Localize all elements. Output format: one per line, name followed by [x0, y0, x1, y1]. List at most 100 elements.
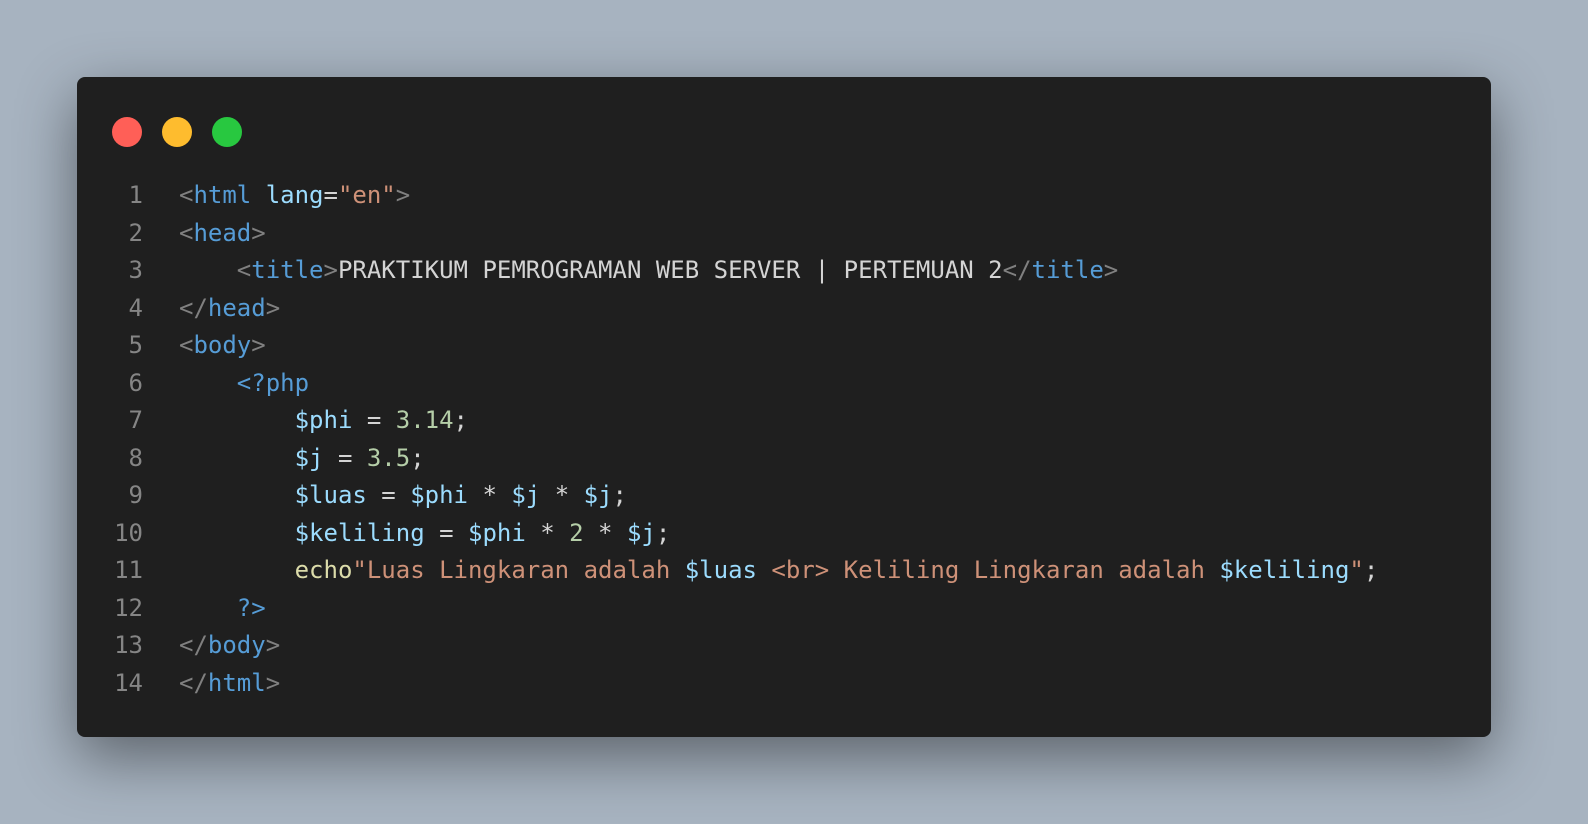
code-token: < [236, 256, 252, 284]
code-line: 11 echo"Luas Lingkaran adalah $luas <br>… [77, 552, 1491, 590]
code-content: </body> [143, 627, 280, 665]
line-number: 9 [128, 481, 143, 509]
code-token: </ [179, 631, 208, 659]
code-token: "en" [337, 181, 396, 209]
code-token: </ [179, 293, 208, 322]
code-token: > [265, 668, 281, 697]
code-token: $j [583, 481, 613, 509]
line-number: 8 [128, 443, 143, 472]
line-number: 6 [128, 368, 143, 397]
code-token: ; [410, 443, 425, 472]
code-token: echo [294, 556, 353, 584]
code-token: 3.5 [366, 443, 411, 472]
code-token: * [468, 481, 512, 509]
code-token: head [207, 293, 266, 322]
code-content: $luas = $phi * $j * $j; [143, 477, 627, 515]
code-token: $j [511, 481, 541, 509]
code-content: $keliling = $phi * 2 * $j; [143, 515, 671, 553]
code-token: * [525, 518, 570, 547]
maximize-dot-icon[interactable] [212, 117, 242, 147]
code-token: > [265, 293, 281, 322]
line-number: 5 [128, 331, 143, 359]
line-number: 12 [114, 593, 143, 622]
code-token: $keliling [1219, 556, 1350, 584]
window-controls [112, 117, 242, 147]
code-line: 4 </head> [77, 290, 1491, 328]
code-token: > [251, 218, 266, 247]
code-line: 8 $j = 3.5; [77, 440, 1491, 478]
code-token: $j [294, 443, 324, 472]
code-content: <title>PRAKTIKUM PEMROGRAMAN WEB SERVER … [143, 252, 1118, 290]
code-token: > [323, 256, 338, 284]
code-token: head [193, 218, 252, 247]
line-number: 14 [114, 668, 143, 697]
code-token: * [540, 481, 584, 509]
code-content: ?> [143, 590, 266, 628]
code-content: echo"Luas Lingkaran adalah $luas <br> Ke… [143, 552, 1379, 590]
code-token: ; [655, 518, 671, 547]
code-token: PRAKTIKUM PEMROGRAMAN WEB SERVER | PERTE… [337, 256, 1003, 284]
code-line: 3 <title>PRAKTIKUM PEMROGRAMAN WEB SERVE… [77, 252, 1491, 290]
code-token: </ [179, 668, 208, 697]
code-token: < [179, 181, 194, 209]
code-token: <?php [236, 368, 310, 397]
line-number: 4 [128, 293, 143, 322]
code-token: html [193, 181, 252, 209]
line-number: 1 [128, 181, 143, 209]
code-token: = [352, 406, 396, 434]
code-line: 1 <html lang="en"> [77, 177, 1491, 215]
code-line: 7 $phi = 3.14; [77, 402, 1491, 440]
code-token: </ [1002, 256, 1032, 284]
code-content: </head> [143, 290, 280, 328]
code-token: html [207, 668, 266, 697]
close-dot-icon[interactable] [112, 117, 142, 147]
line-number: 7 [128, 406, 143, 434]
code-token: = [366, 481, 411, 509]
code-token: > [395, 181, 411, 209]
code-token: > [251, 331, 266, 359]
code-line: 2 <head> [77, 215, 1491, 253]
code-token: $j [626, 518, 656, 547]
minimize-dot-icon[interactable] [162, 117, 192, 147]
code-token: ?> [236, 593, 266, 622]
code-line: 13 </body> [77, 627, 1491, 665]
code-token: ; [1363, 556, 1379, 584]
code-line: 5 <body> [77, 327, 1491, 365]
line-number: 10 [114, 518, 143, 547]
code-token: body [207, 631, 266, 659]
code-token: 2 [569, 518, 584, 547]
code-token: $keliling [294, 518, 425, 547]
code-token: " [1349, 556, 1364, 584]
code-token: title [1031, 256, 1104, 284]
code-token: body [193, 331, 252, 359]
code-token: = [323, 181, 338, 209]
code-token: <br> Keliling Lingkaran adalah [756, 556, 1220, 584]
code-token: ; [453, 406, 468, 434]
code-token: $phi [294, 406, 353, 434]
code-token: ; [612, 481, 627, 509]
code-line: 9 $luas = $phi * $j * $j; [77, 477, 1491, 515]
line-number: 11 [114, 556, 143, 584]
code-content: <html lang="en"> [143, 177, 410, 215]
code-token: $phi [468, 518, 526, 547]
code-line: 10 $keliling = $phi * 2 * $j; [77, 515, 1491, 553]
code-token: lang [265, 181, 324, 209]
code-token: $phi [410, 481, 468, 509]
code-content: </html> [143, 665, 280, 703]
code-token: * [583, 518, 627, 547]
code-token: > [265, 631, 281, 659]
code-token: = [424, 518, 468, 547]
code-content: <body> [143, 327, 266, 365]
code-content: $j = 3.5; [143, 440, 425, 478]
line-number: 13 [114, 631, 143, 659]
code-content: $phi = 3.14; [143, 402, 468, 440]
code-token: 3.14 [395, 406, 454, 434]
code-token: > [1103, 256, 1119, 284]
